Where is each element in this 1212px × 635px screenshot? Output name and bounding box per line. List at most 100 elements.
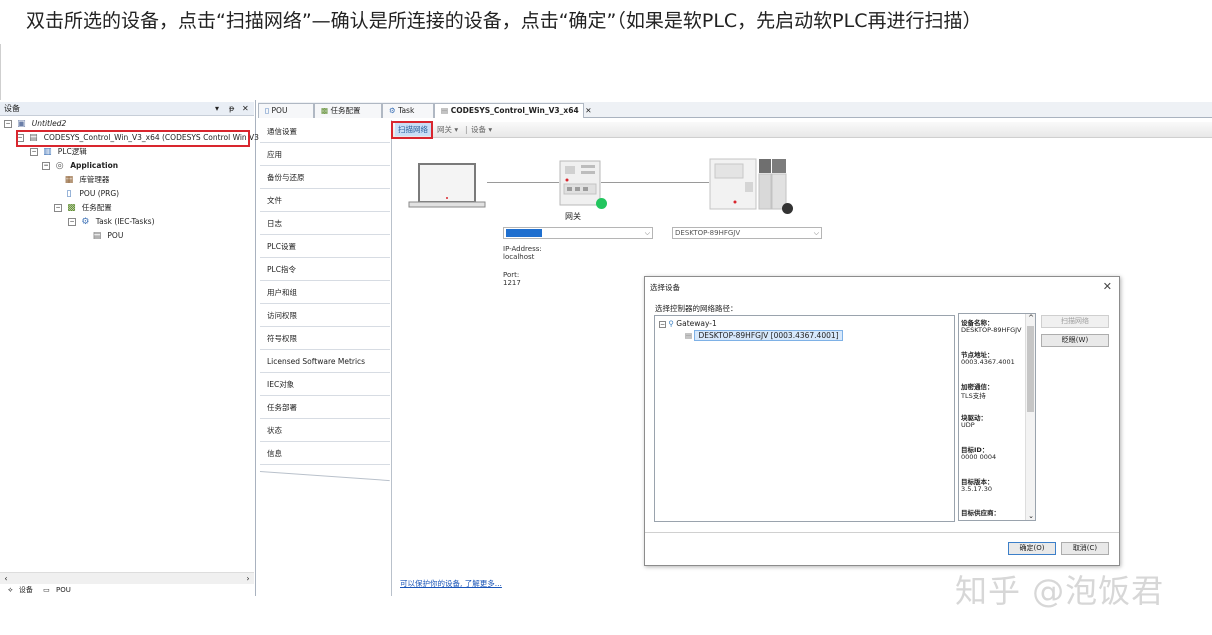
tree-item-pou-prg[interactable]: ▯ POU (PRG) xyxy=(64,188,120,200)
nav-plc-commands[interactable]: PLC指令 xyxy=(260,258,390,281)
pous-tab-icon: ▭ xyxy=(43,586,50,594)
network-path-tree[interactable]: − ⚲ Gateway-1 ▤ DESKTOP-89HFGJV [0003.43… xyxy=(654,315,955,522)
device-select[interactable]: DESKTOP-89HFGJV ⌵ xyxy=(672,227,822,239)
tree-item-label: PLC逻辑 xyxy=(57,147,87,156)
chevron-down-icon: ▾ xyxy=(454,125,459,134)
nav-licensed-software-metrics[interactable]: Licensed Software Metrics xyxy=(260,350,390,373)
close-icon[interactable]: ✕ xyxy=(1103,280,1112,293)
tree-item-project[interactable]: − ▣ Untitled2 xyxy=(4,118,66,130)
cancel-button[interactable]: 取消(C) xyxy=(1061,542,1109,555)
scroll-up-icon[interactable]: ^ xyxy=(1026,314,1035,322)
task-config-icon: ▩ xyxy=(67,203,76,213)
tab-pous[interactable]: ▭ POU xyxy=(39,586,71,594)
device-panel-title: 设备 xyxy=(4,104,20,113)
collapse-icon[interactable]: − xyxy=(68,218,76,226)
tree-item-label: Task (IEC-Tasks) xyxy=(95,217,155,226)
tree-item-label: Application xyxy=(70,161,119,170)
device-menu[interactable]: 设备 ▾ xyxy=(471,122,492,138)
device-highlight-box xyxy=(16,130,250,147)
collapse-icon[interactable]: − xyxy=(30,148,38,156)
nav-iec-objects[interactable]: IEC对象 xyxy=(260,373,390,396)
security-info-link[interactable]: 可以保护你的设备, 了解更多... xyxy=(400,578,502,589)
collapse-icon[interactable]: − xyxy=(42,162,50,170)
gateway-status-dot xyxy=(596,198,607,209)
nav-plc-settings[interactable]: PLC设置 xyxy=(260,235,390,258)
gateway-menu[interactable]: 网关 ▾ xyxy=(437,122,458,138)
communication-toolbar: 扫描网络 网关 ▾ | 设备 ▾ xyxy=(391,121,1212,139)
chevron-down-icon: ⌵ xyxy=(644,229,650,237)
info-value: DESKTOP-89HFGJV xyxy=(961,326,1022,334)
nav-bottom-edge xyxy=(259,471,390,482)
nav-backup-restore[interactable]: 备份与还原 xyxy=(260,166,390,189)
info-value: TLS支持 xyxy=(961,392,986,400)
nav-information[interactable]: 信息 xyxy=(260,442,390,465)
device-selected-value: DESKTOP-89HFGJV xyxy=(675,229,741,237)
tree-item-library-manager[interactable]: ▦ 库管理器 xyxy=(64,174,110,186)
gateway-select[interactable]: ⌵ xyxy=(503,227,653,239)
watermark: 知乎 @泡饭君 xyxy=(955,572,1165,610)
wink-button[interactable]: 眨眼(W) xyxy=(1041,334,1109,347)
connection-line xyxy=(487,182,559,183)
tree-item-label: 库管理器 xyxy=(79,175,110,184)
ip-address-value: localhost xyxy=(503,253,535,261)
gateway-icon: ⚲ xyxy=(668,319,674,328)
tab-task[interactable]: ⚙ Task xyxy=(382,103,434,118)
info-value: 0000 0004 xyxy=(961,453,997,461)
nav-applications[interactable]: 应用 xyxy=(260,143,390,166)
nav-status[interactable]: 状态 xyxy=(260,419,390,442)
project-icon: ▣ xyxy=(17,119,26,129)
info-value: 3.5.17.30 xyxy=(961,485,993,493)
gateway-label: 网关 xyxy=(565,212,581,221)
horizontal-scrollbar[interactable]: ‹ › xyxy=(0,572,254,584)
nav-log[interactable]: 日志 xyxy=(260,212,390,235)
plc-device-icon: ▤ xyxy=(685,331,693,340)
nav-users-groups[interactable]: 用户和组 xyxy=(260,281,390,304)
tree-item-plc-logic[interactable]: − ▥ PLC逻辑 xyxy=(30,146,87,158)
tree-item-task-pou[interactable]: ▤ POU xyxy=(92,230,124,242)
toolbar-separator: | xyxy=(465,125,468,134)
tab-task-config[interactable]: ▩ 任务配置 xyxy=(314,103,382,118)
scrollbar-thumb[interactable] xyxy=(1027,326,1034,412)
info-value: UDP xyxy=(961,421,975,429)
nav-task-deployment[interactable]: 任务部署 xyxy=(260,396,390,419)
tree-item-application[interactable]: − ◎ Application xyxy=(42,160,118,172)
collapse-icon[interactable]: − xyxy=(4,120,12,128)
nav-files[interactable]: 文件 xyxy=(260,189,390,212)
ok-button[interactable]: 确定(O) xyxy=(1008,542,1056,555)
tab-devices[interactable]: ⟡ 设备 xyxy=(4,586,33,594)
laptop-icon xyxy=(408,163,486,208)
pin-icon[interactable]: ᵽ xyxy=(229,102,234,116)
tree-item-task-config[interactable]: − ▩ 任务配置 xyxy=(54,202,112,214)
gateway-device-icon xyxy=(559,160,601,206)
tree-item-selected-device[interactable]: ▤ DESKTOP-89HFGJV [0003.4367.4001] xyxy=(685,330,843,342)
device-status-dot xyxy=(782,203,793,214)
nav-access-rights[interactable]: 访问权限 xyxy=(260,304,390,327)
scroll-down-icon[interactable]: ⌄ xyxy=(1026,512,1035,520)
device-panel-header: 设备 ▾ ᵽ ✕ xyxy=(0,102,254,116)
scan-highlight-box xyxy=(391,121,433,139)
nav-communication-settings[interactable]: 通信设置 xyxy=(260,120,390,143)
tree-item-gateway[interactable]: − ⚲ Gateway-1 xyxy=(659,318,717,330)
collapse-icon[interactable]: − xyxy=(659,321,666,328)
collapse-icon[interactable]: − xyxy=(54,204,62,212)
chevron-down-icon: ⌵ xyxy=(813,229,819,237)
close-tab-icon[interactable]: ✕ xyxy=(585,106,591,115)
select-device-dialog: 选择设备 ✕ 选择控制器的网络路径： − ⚲ Gateway-1 ▤ DESKT… xyxy=(644,276,1120,566)
info-label: 目标供应商： xyxy=(961,509,1000,517)
tab-device-editor[interactable]: ▤ CODESYS_Control_Win_V3_x64 ✕ xyxy=(434,103,592,118)
panel-menu-icon[interactable]: ▾ xyxy=(215,102,219,116)
dialog-title: 选择设备 xyxy=(650,283,680,292)
close-icon[interactable]: ✕ xyxy=(242,102,249,116)
tree-item-task[interactable]: − ⚙ Task (IEC-Tasks) xyxy=(68,216,155,228)
scan-network-dialog-button[interactable]: 扫描网络 xyxy=(1041,315,1109,328)
nav-symbol-rights[interactable]: 符号权限 xyxy=(260,327,390,350)
device-panel: 设备 ▾ ᵽ ✕ − ▣ Untitled2 − ▤ CODESYS_Contr… xyxy=(0,100,278,596)
dialog-footer-divider xyxy=(645,532,1119,533)
info-scrollbar[interactable]: ^ ⌄ xyxy=(1025,314,1035,520)
plc-device-icon xyxy=(709,158,787,210)
device-tree: − ▣ Untitled2 − ▤ CODESYS_Control_Win_V3… xyxy=(0,117,278,572)
tab-pou[interactable]: ▯ POU xyxy=(258,103,314,118)
pou-call-icon: ▤ xyxy=(92,231,102,241)
tab-label: 设备 xyxy=(18,586,33,594)
task-config-icon: ▩ xyxy=(321,106,329,115)
